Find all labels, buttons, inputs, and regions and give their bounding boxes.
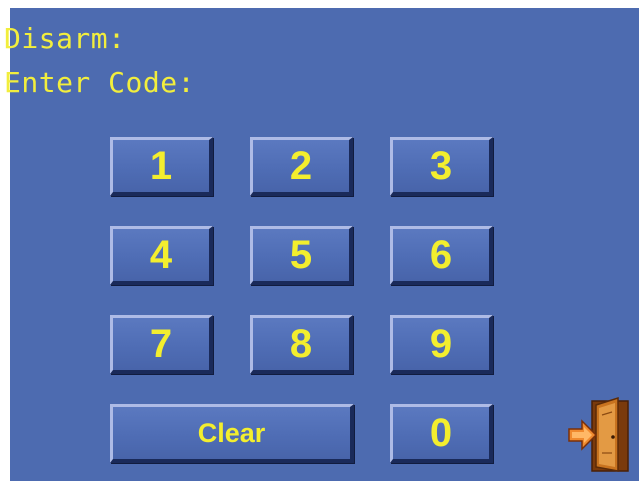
exit-button[interactable] — [566, 395, 631, 473]
key-5-label: 5 — [289, 232, 313, 277]
key-0-label: 0 — [429, 410, 453, 455]
key-5-button[interactable]: 5 — [250, 226, 353, 285]
key-7-label: 7 — [149, 321, 173, 366]
key-2-button[interactable]: 2 — [250, 137, 353, 196]
key-7-button[interactable]: 7 — [110, 315, 213, 374]
key-8-label: 8 — [289, 321, 313, 366]
key-6-button[interactable]: 6 — [390, 226, 493, 285]
disarm-title: Disarm: — [4, 22, 126, 55]
key-3-label: 3 — [429, 143, 453, 188]
key-2-label: 2 — [289, 143, 313, 188]
key-4-button[interactable]: 4 — [110, 226, 213, 285]
key-6-label: 6 — [429, 232, 453, 277]
clear-label: Clear — [197, 417, 266, 448]
key-9-label: 9 — [429, 321, 453, 366]
enter-code-label: Enter Code: — [4, 66, 195, 99]
exit-door-icon — [568, 396, 629, 472]
clear-button[interactable]: Clear — [110, 404, 354, 463]
key-8-button[interactable]: 8 — [250, 315, 353, 374]
key-0-button[interactable]: 0 — [390, 404, 493, 463]
key-9-button[interactable]: 9 — [390, 315, 493, 374]
key-1-label: 1 — [149, 143, 173, 188]
key-1-button[interactable]: 1 — [110, 137, 213, 196]
key-3-button[interactable]: 3 — [390, 137, 493, 196]
key-4-label: 4 — [149, 232, 173, 277]
